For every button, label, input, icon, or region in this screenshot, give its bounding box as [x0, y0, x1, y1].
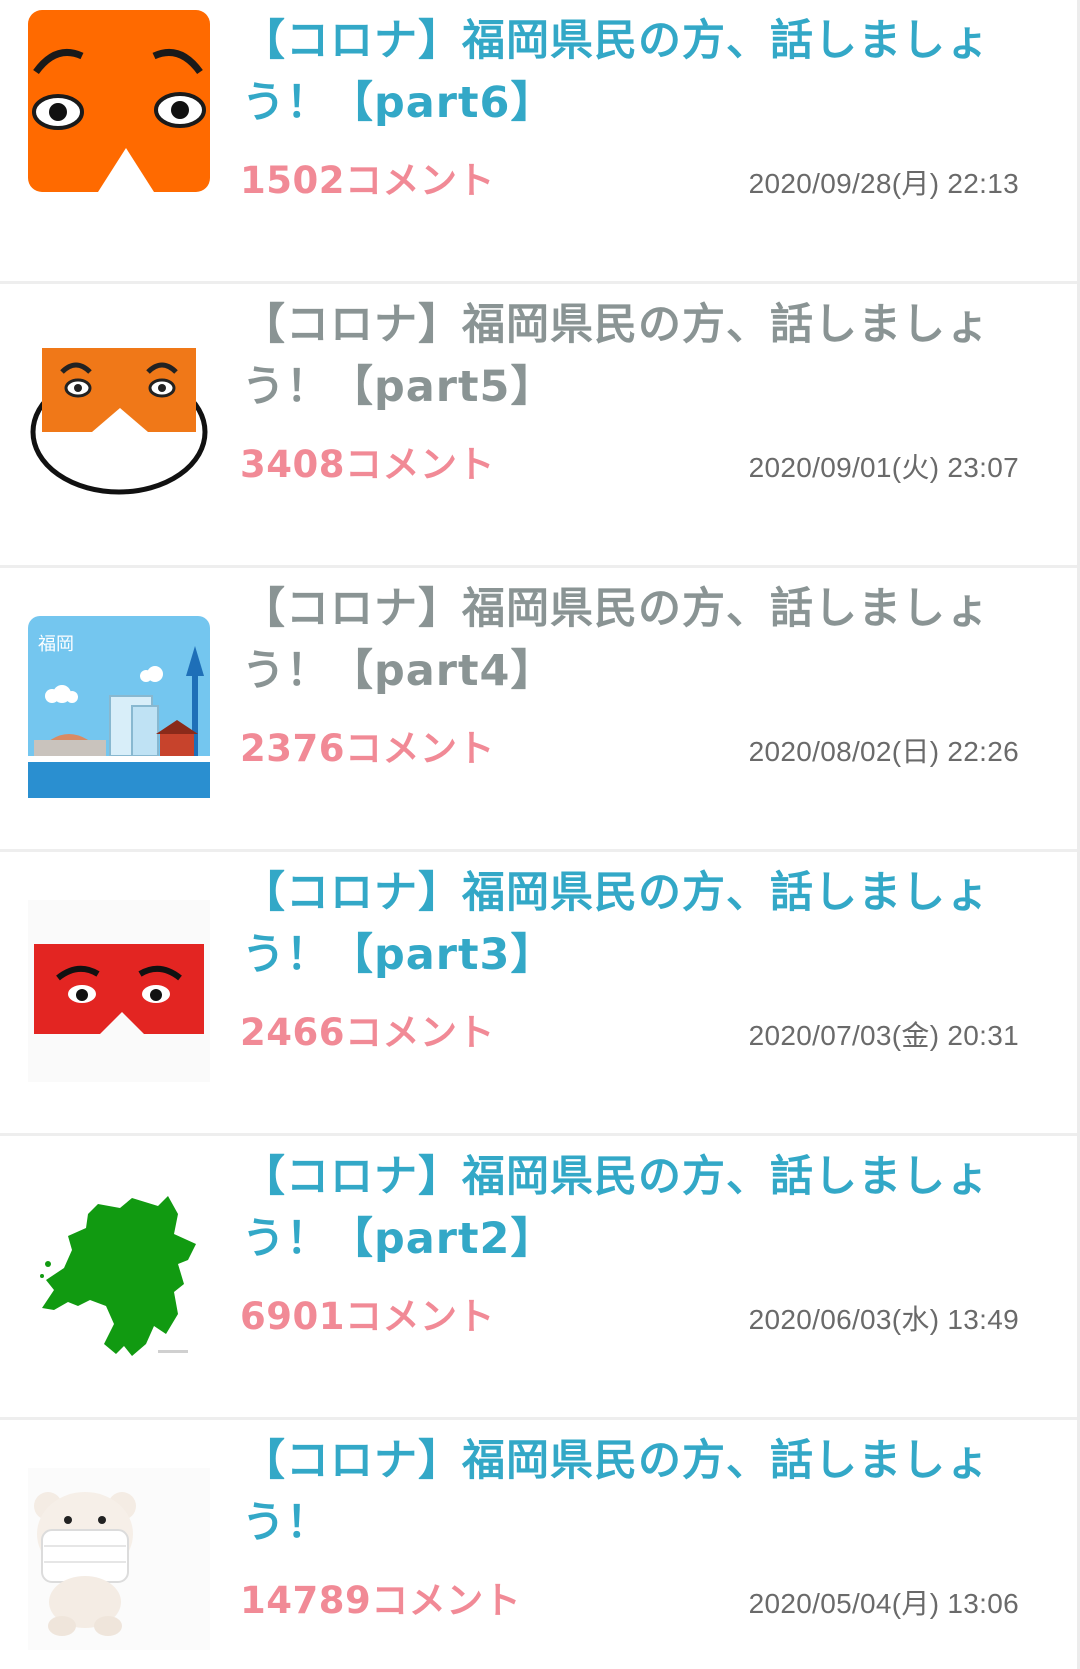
comment-count: 14789コメント	[240, 1579, 522, 1622]
comment-count: 2376コメント	[240, 727, 495, 770]
thread-list-screen: 【コロナ】福岡県民の方、話しましょう！【part6】 1502コメント 2020…	[0, 0, 1080, 1669]
fukuoka-map-icon	[28, 1184, 210, 1366]
thread-row[interactable]: 福岡 【コロナ】福岡県民の方、話しましょう！【part4】 2376コメント 2…	[0, 568, 1077, 852]
fukuoka-city-illustration: 福岡	[28, 616, 210, 798]
thread-date: 2020/08/02(日) 22:26	[748, 736, 1019, 767]
comment-count: 6901コメント	[240, 1295, 495, 1338]
orange-face-icon	[28, 10, 210, 192]
thread-title[interactable]: 【コロナ】福岡県民の方、話しましょう！	[242, 1430, 1022, 1554]
thread-title[interactable]: 【コロナ】福岡県民の方、話しましょう！【part5】	[242, 294, 1022, 418]
bear-with-mask-icon	[28, 1468, 210, 1650]
thread-date: 2020/09/28(月) 22:13	[748, 168, 1019, 199]
thread-row[interactable]: 【コロナ】福岡県民の方、話しましょう！【part5】 3408コメント 2020…	[0, 284, 1077, 568]
thread-title[interactable]: 【コロナ】福岡県民の方、話しましょう！【part2】	[242, 1146, 1022, 1270]
city-illustration-text: 福岡	[38, 634, 74, 655]
orange-face-mask-icon	[28, 334, 210, 516]
comment-count: 2466コメント	[240, 1011, 495, 1054]
thread-date: 2020/05/04(月) 13:06	[748, 1588, 1019, 1619]
thread-row[interactable]: 【コロナ】福岡県民の方、話しましょう！【part6】 1502コメント 2020…	[0, 0, 1077, 284]
thread-row[interactable]: 【コロナ】福岡県民の方、話しましょう！ 14789コメント 2020/05/04…	[0, 1420, 1077, 1660]
red-face-icon	[28, 900, 210, 1082]
comment-count: 1502コメント	[240, 159, 495, 202]
comment-count: 3408コメント	[240, 443, 495, 486]
thread-title[interactable]: 【コロナ】福岡県民の方、話しましょう！【part4】	[242, 578, 1022, 702]
thread-date: 2020/07/03(金) 20:31	[748, 1020, 1019, 1051]
thread-title[interactable]: 【コロナ】福岡県民の方、話しましょう！【part3】	[242, 862, 1022, 986]
thread-date: 2020/06/03(水) 13:49	[748, 1304, 1019, 1335]
thread-date: 2020/09/01(火) 23:07	[748, 452, 1019, 483]
thread-row[interactable]: 【コロナ】福岡県民の方、話しましょう！【part3】 2466コメント 2020…	[0, 852, 1077, 1136]
thread-list: 【コロナ】福岡県民の方、話しましょう！【part6】 1502コメント 2020…	[0, 0, 1077, 1660]
thread-row[interactable]: 【コロナ】福岡県民の方、話しましょう！【part2】 6901コメント 2020…	[0, 1136, 1077, 1420]
thread-title[interactable]: 【コロナ】福岡県民の方、話しましょう！【part6】	[242, 10, 1022, 134]
